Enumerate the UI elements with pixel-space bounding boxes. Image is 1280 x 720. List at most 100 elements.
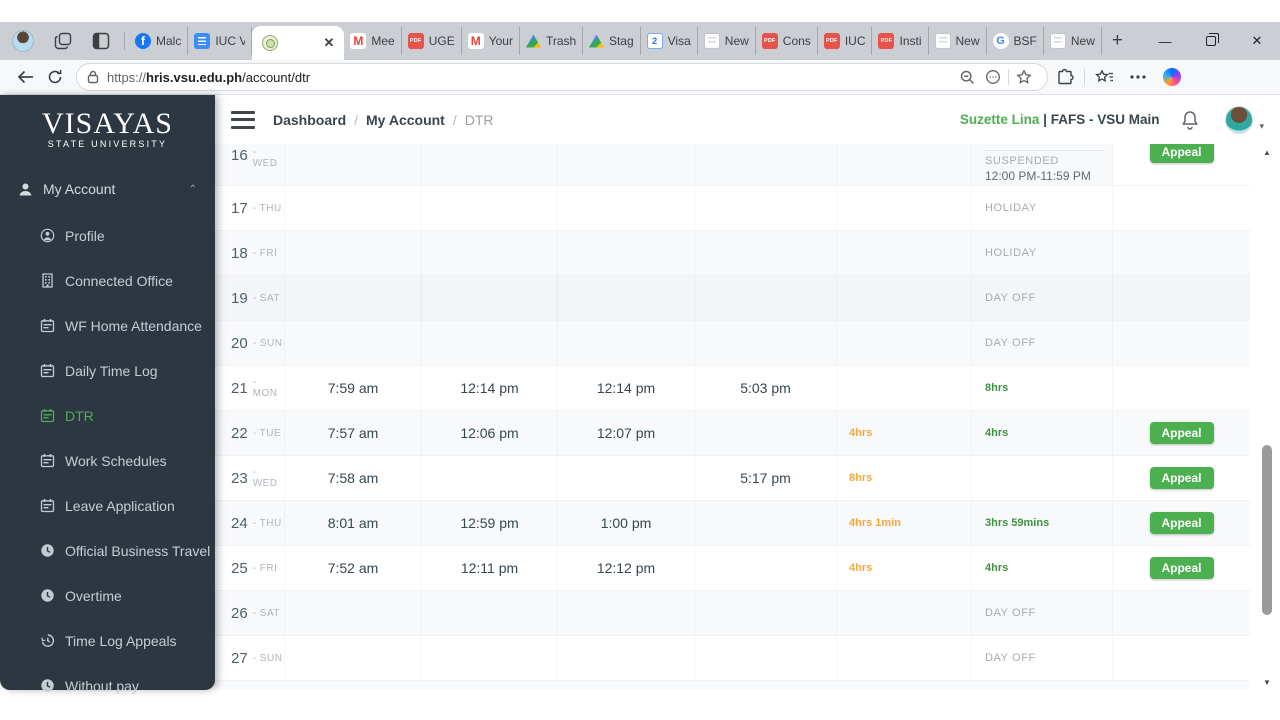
settings-more-icon[interactable]: [1121, 63, 1155, 91]
appeal-cell: [1113, 186, 1250, 230]
extensions-icon[interactable]: [1048, 63, 1082, 91]
browser-tab[interactable]: Stag: [583, 27, 641, 55]
new-tab-button[interactable]: +: [1112, 30, 1123, 52]
day-cell: 23- WED: [215, 456, 285, 500]
browser-tab-active[interactable]: ✕: [252, 26, 345, 60]
sidebar-item-profile[interactable]: Profile: [0, 213, 215, 258]
collections-icon[interactable]: [1087, 63, 1121, 91]
workspaces-icon[interactable]: [53, 31, 73, 51]
status-cell: DAY OFF: [972, 276, 1113, 320]
window-controls: — ✕: [1142, 22, 1280, 60]
sidebar-item-wf-home-attendance[interactable]: WF Home Attendance: [0, 303, 215, 348]
close-button[interactable]: ✕: [1234, 22, 1280, 60]
pdf-favicon: PDF: [823, 33, 840, 49]
browser-tab[interactable]: PDF IUC: [818, 27, 873, 55]
vertical-tabs-icon[interactable]: [91, 31, 111, 51]
status-badge: DAY OFF: [985, 337, 1036, 349]
breadcrumb-item[interactable]: My Account: [366, 112, 445, 128]
status-detail: 12:00 PM-11:59 PM: [985, 169, 1091, 183]
user-identity[interactable]: Suzette Lina | FAFS - VSU Main: [960, 112, 1160, 127]
browser-tab[interactable]: New: [698, 27, 756, 55]
time-log-cell-3: 12:14 pm: [558, 366, 695, 410]
minimize-button[interactable]: —: [1142, 22, 1188, 60]
browser-tab[interactable]: PDF Insti: [872, 27, 929, 55]
browser-tab[interactable]: New: [929, 27, 987, 55]
scrollbar-thumb[interactable]: [1262, 445, 1272, 615]
person-circle-icon: [40, 228, 55, 243]
time-log-cell-1: 7:57 am: [285, 411, 422, 455]
back-button[interactable]: [10, 63, 40, 91]
sidebar-item-official-business-travel[interactable]: Official Business Travel: [0, 528, 215, 573]
appeal-button[interactable]: Appeal: [1149, 512, 1214, 534]
gdrive-favicon: [525, 34, 541, 48]
browser-profile-avatar[interactable]: [12, 30, 34, 52]
chevron-up-icon[interactable]: ⌃: [189, 184, 197, 195]
address-bar[interactable]: https://hris.vsu.edu.ph/account/dtr: [76, 63, 1048, 91]
day-number: 22: [231, 424, 248, 442]
calendar-icon: [40, 498, 55, 513]
sidebar-item-label: WF Home Attendance: [65, 317, 202, 334]
browser-tab[interactable]: Trash: [520, 27, 583, 55]
browser-tab[interactable]: G BSF: [987, 27, 1044, 55]
time-log-cell-4: [695, 276, 837, 320]
sidebar-item-dtr[interactable]: DTR: [0, 393, 215, 438]
close-tab-icon[interactable]: ✕: [323, 35, 334, 51]
day-cell: 27 - SUN: [215, 636, 285, 680]
sidebar-section-my-account[interactable]: My Account ⌃: [0, 177, 215, 201]
browser-tab[interactable]: PDF UGE: [402, 27, 462, 55]
gcal-favicon: 2: [646, 33, 663, 49]
copilot-icon[interactable]: [1155, 63, 1189, 91]
status-cell: [972, 456, 1113, 500]
time-log-cell-2: [422, 636, 558, 680]
university-logo: VISAYAS STATE UNIVERSITY: [0, 107, 215, 149]
appeal-button[interactable]: Appeal: [1149, 467, 1214, 489]
sidebar-item-time-log-appeals[interactable]: Time Log Appeals: [0, 618, 215, 663]
url-text[interactable]: https://hris.vsu.edu.ph/account/dtr: [107, 70, 954, 85]
reader-options-icon[interactable]: [980, 65, 1006, 89]
breadcrumb-item: DTR: [464, 111, 494, 128]
time-log-cell-1: [285, 321, 422, 365]
browser-tab[interactable]: M Your: [462, 27, 520, 55]
browser-tab[interactable]: M Mee: [344, 27, 402, 55]
scroll-down-arrow[interactable]: ▼: [1260, 676, 1274, 688]
browser-tab[interactable]: 2 Visa: [641, 27, 698, 55]
browser-tab[interactable]: IUC V: [188, 27, 253, 55]
appeal-button[interactable]: Appeal: [1149, 422, 1214, 444]
restore-button[interactable]: [1188, 22, 1234, 60]
menu-toggle-icon[interactable]: [231, 110, 255, 129]
late-hours-cell: 4hrs: [837, 546, 972, 590]
sidebar-item-connected-office[interactable]: Connected Office: [0, 258, 215, 303]
browser-tab[interactable]: f Malc: [129, 27, 189, 55]
browser-tab[interactable]: New: [1044, 27, 1102, 55]
table-row-day-21: 21- MON 7:59 am 12:14 pm 12:14 pm 5:03 pm 8hr…: [215, 366, 1250, 411]
favorite-star-icon[interactable]: [1011, 65, 1037, 89]
page-scrollbar[interactable]: ▲ ▼: [1260, 146, 1274, 688]
table-row-day-26: 26 - SAT DAY OFF: [215, 591, 1250, 636]
zoom-out-icon[interactable]: [954, 65, 980, 89]
browser-tab[interactable]: PDF Cons: [756, 27, 818, 55]
sidebar-item-leave-application[interactable]: Leave Application: [0, 483, 215, 528]
notifications-bell-icon[interactable]: [1181, 110, 1199, 130]
rendered-hours: 4hrs: [985, 427, 1009, 439]
time-log-cell-2: 12:14 pm: [422, 366, 558, 410]
sidebar-item-overtime[interactable]: Overtime: [0, 573, 215, 618]
status-cell: DAY OFF: [972, 636, 1113, 680]
status-cell: 8hrs: [972, 366, 1113, 410]
breadcrumb-item[interactable]: Dashboard: [273, 112, 346, 128]
sidebar-item-work-schedules[interactable]: Work Schedules: [0, 438, 215, 483]
calendar-icon: [40, 363, 55, 378]
person-icon: [18, 182, 33, 197]
sidebar-item-without-pay[interactable]: Without pay: [0, 663, 215, 708]
appeal-button[interactable]: Appeal: [1149, 557, 1214, 579]
refresh-button[interactable]: [40, 63, 70, 91]
breadcrumb-separator: /: [452, 111, 457, 128]
logo-line2: STATE UNIVERSITY: [47, 139, 168, 149]
sidebar-item-daily-time-log[interactable]: Daily Time Log: [0, 348, 215, 393]
chevron-down-icon[interactable]: ▾: [1259, 121, 1264, 132]
appeal-button[interactable]: Appeal: [1149, 144, 1214, 163]
vsu-favicon: [262, 35, 279, 51]
status-badge: DAY OFF: [985, 607, 1036, 619]
user-avatar[interactable]: [1225, 105, 1254, 134]
page-header: Dashboard / My Account / DTR Suzette Lina | …: [215, 95, 1280, 144]
scroll-up-arrow[interactable]: ▲: [1260, 146, 1274, 158]
